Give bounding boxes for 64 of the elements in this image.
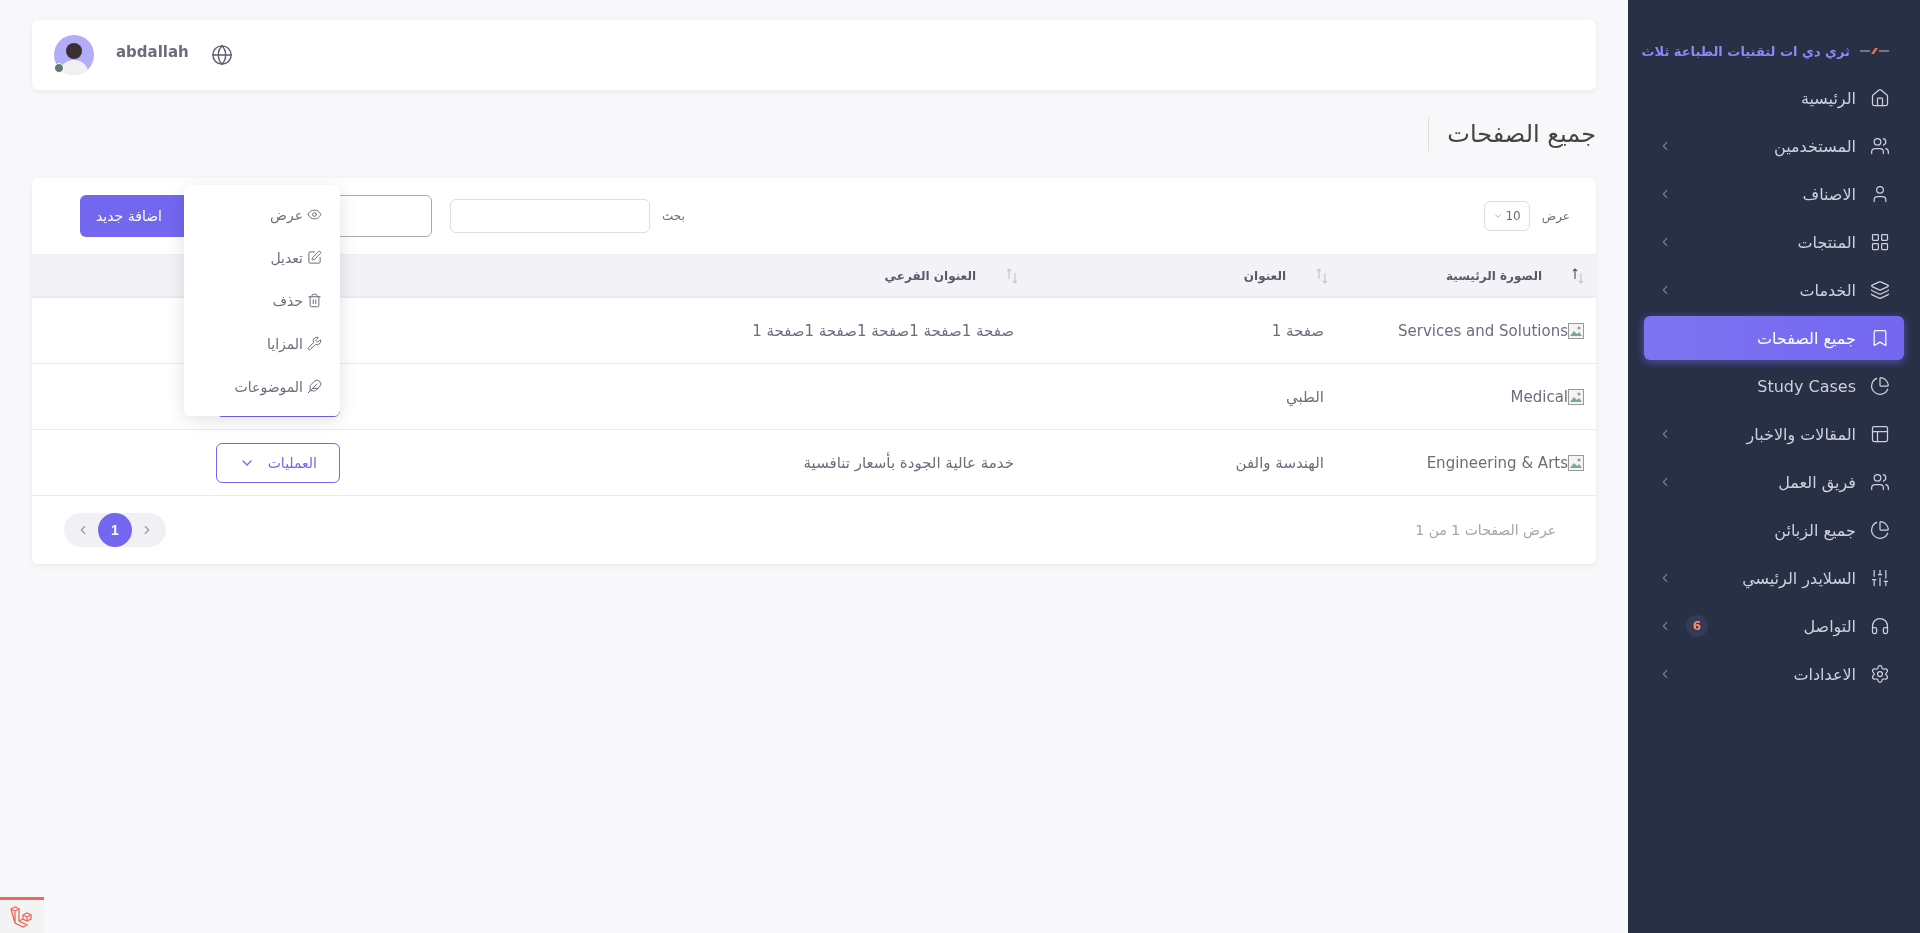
count-badge: 6	[1686, 615, 1708, 637]
broken-image-icon	[1568, 454, 1584, 471]
sidebar-item[interactable]: جميع الصفحات	[1644, 316, 1904, 360]
column-header[interactable]: العنوان	[1030, 254, 1340, 298]
table-cell: Services and Solutions	[1340, 298, 1596, 364]
table-cell: صفحة 1صفحة 1صفحة 1صفحة 1صفحة 1	[340, 298, 1030, 364]
grid-icon	[1870, 232, 1890, 252]
page-size-select[interactable]: 10	[1484, 201, 1530, 231]
language-icon[interactable]	[210, 44, 233, 66]
sidebar-item[interactable]: الاعدادات	[1644, 652, 1904, 696]
user-name: abdallah	[116, 43, 189, 61]
table-cell: Medical	[1340, 364, 1596, 430]
page-title: جميع الصفحات	[1428, 117, 1596, 151]
broken-image-icon	[1568, 322, 1584, 339]
layers-icon	[1870, 280, 1890, 300]
table-cell: Engineering & Arts	[1340, 430, 1596, 496]
table-cell: الطبي	[1030, 364, 1340, 430]
page-size-label: عرض	[1541, 209, 1570, 223]
table-cell: خدمة عالية الجودة بأسعار تنافسية	[340, 430, 1030, 496]
edit-icon	[307, 250, 322, 265]
broken-image-icon	[1568, 388, 1584, 405]
column-header[interactable]: العنوان الفرعي	[340, 254, 1030, 298]
sidebar-item[interactable]: الاصناف	[1644, 172, 1904, 216]
debug-bar-button[interactable]	[0, 897, 44, 933]
column-header[interactable]: الصورة الرئيسية	[1340, 254, 1596, 298]
brand-name: ثري دي ات لتقنيات الطباعة ثلاث	[1641, 43, 1850, 59]
eye-icon	[307, 207, 322, 222]
search-label: بحث	[662, 209, 685, 223]
cubes-icon	[9, 904, 35, 929]
pie-chart-icon	[1870, 520, 1890, 540]
sliders-icon	[1870, 568, 1890, 588]
sidebar-item[interactable]: جميع الزبائن	[1644, 508, 1904, 552]
sidebar-item[interactable]: Study Cases	[1644, 364, 1904, 408]
users-icon	[1870, 136, 1890, 156]
chevron-down-icon	[1493, 211, 1504, 221]
sort-icon[interactable]	[1572, 266, 1584, 285]
menu-item[interactable]: المزايا	[184, 322, 340, 365]
sidebar-item[interactable]: المنتجات	[1644, 220, 1904, 264]
wrench-icon	[307, 336, 322, 351]
search-field[interactable]	[450, 199, 650, 233]
sidebar-item[interactable]: فريق العمل	[1644, 460, 1904, 504]
logo-icon	[1860, 47, 1890, 55]
menu-item[interactable]: تعديل	[184, 236, 340, 279]
home-icon	[1870, 88, 1890, 108]
settings-icon	[1870, 664, 1890, 684]
sidebar-item[interactable]: الخدمات	[1644, 268, 1904, 312]
page-button[interactable]: 1	[98, 513, 132, 547]
table-cell: صفحة 1	[1030, 298, 1340, 364]
table-cell: الهندسة والفن	[1030, 430, 1340, 496]
menu-item[interactable]: الموضوعات	[184, 365, 340, 408]
sidebar-item[interactable]: المستخدمين	[1644, 124, 1904, 168]
users-icon	[1870, 472, 1890, 492]
trash-icon	[307, 293, 322, 308]
sidebar-item[interactable]: المقالات والاخبار	[1644, 412, 1904, 456]
layout-icon	[1870, 424, 1890, 444]
avatar[interactable]	[54, 35, 94, 75]
menu-item[interactable]: حذف	[184, 279, 340, 322]
headphones-icon	[1870, 616, 1890, 636]
sidebar-item[interactable]: الرئيسية	[1644, 76, 1904, 120]
sidebar-item[interactable]: السلايدر الرئيسي	[1644, 556, 1904, 600]
actions-button[interactable]: العمليات	[216, 442, 340, 483]
feather-icon	[307, 379, 322, 394]
pagination-info: عرض الصفحات 1 من 1	[1415, 522, 1556, 538]
pie-chart-icon	[1870, 376, 1890, 396]
